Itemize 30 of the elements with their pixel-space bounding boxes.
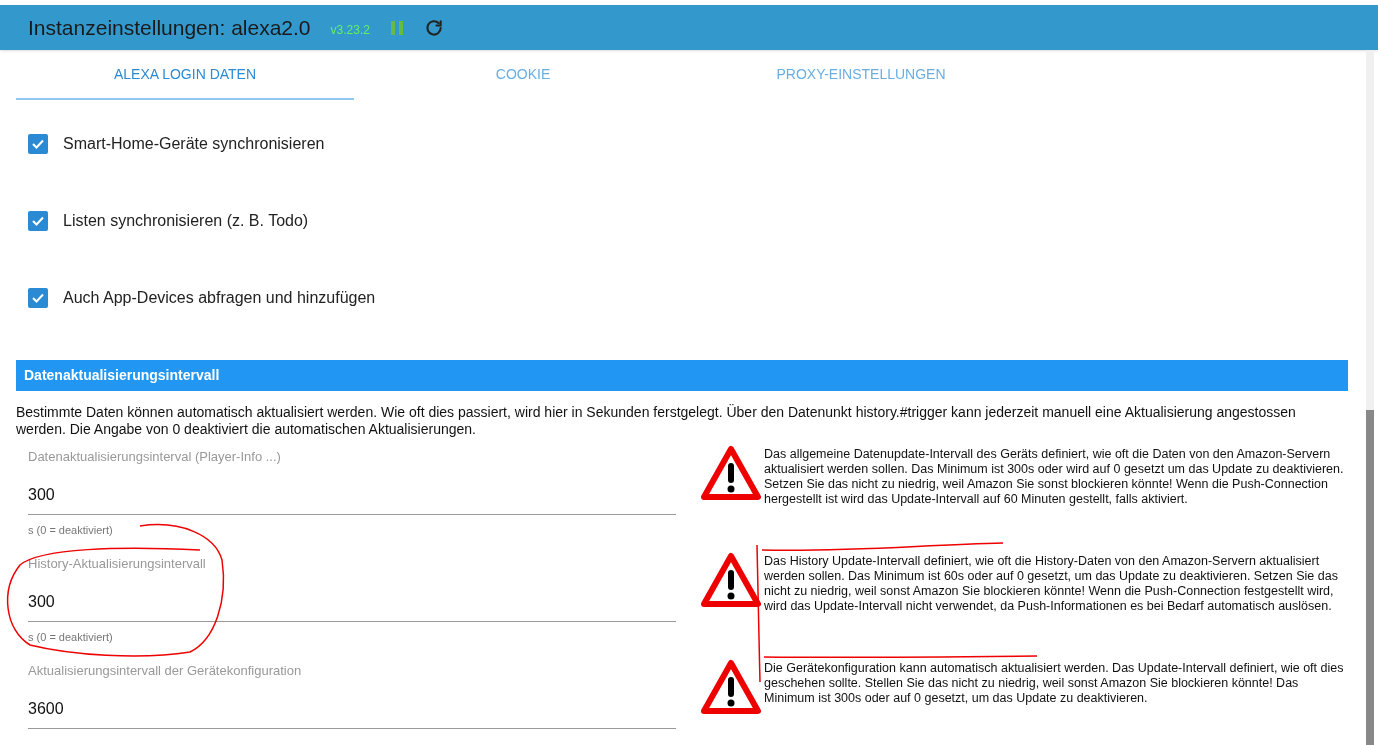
- warning-icon: [700, 445, 762, 501]
- field-label: History-Aktualisierungsintervall: [28, 555, 207, 573]
- warning-text: Das allgemeine Datenupdate-Intervall des Geräts definiert, wie oft die Daten von den Amazon-Servern aktualisiert werden sollen. Das Minimum ist 300s oder wird auf 0 gesetzt um das Update zu deaktivieren. Setzen Sie das nicht zu niedrig, weil Amazon Sie sonst blockieren könnte! Wenn die Push-Connection hergestellt ist wird das Update-Intervall auf 60 Minuten gestellt, falls aktiviert.: [764, 446, 1345, 507]
- section-description: Bestimmte Daten können automatisch aktualisiert werden. Wie oft dies passiert, wird hier in Sekunden ferstgelegt. Über den Datenunkt history.#trigger kann jederzeit manuell eine Aktualisierung angestossen werden. Die Angabe von 0 deaktiviert die automatischen Aktualisierungen.: [16, 404, 1297, 438]
- field-label: Aktualisierungsintervall der Gerätekonfiguration: [28, 662, 303, 680]
- check-icon: [31, 137, 45, 151]
- scrollbar[interactable]: [1366, 50, 1374, 745]
- check-icon: [31, 291, 45, 305]
- window-title: Instanzeinstellungen: alexa2.0: [28, 14, 311, 41]
- warning-text: Die Gerätekonfiguration kann automatisch aktualisiert werden. Das Update-Intervall definiert, wie oft dies geschehen sollte. Stellen Sie das nicht zu niedrig, weil sonst Amazon Sie blockieren könnte! Das Minimum ist 300s oder auf 0 gesetzt, um das Update zu deaktivieren.: [764, 660, 1345, 706]
- section-header: Datenaktualisierungsintervall: [16, 360, 1348, 391]
- checkbox-label: Listen synchronisieren (z. B. Todo): [63, 211, 309, 231]
- checkbox-label: Smart-Home-Geräte synchronisieren: [63, 134, 325, 154]
- helper-text: s (0 = deaktiviert): [28, 629, 114, 645]
- check-icon: [31, 214, 45, 228]
- field-label: Datenaktualisierungsinterval (Player-Info ...): [28, 448, 282, 466]
- checkbox-label: Auch App-Devices abfragen und hinzufügen: [63, 288, 376, 308]
- version-label: v3.23.2: [330, 21, 370, 39]
- number-field[interactable]: 300: [28, 585, 676, 622]
- checkbox[interactable]: [28, 211, 48, 231]
- number-field[interactable]: 300: [28, 478, 676, 515]
- tab[interactable]: ALEXA LOGIN DATEN: [16, 50, 354, 100]
- warning-icon: [700, 659, 762, 715]
- checkbox[interactable]: [28, 134, 48, 154]
- helper-text: s (0 = deaktiviert): [28, 522, 114, 538]
- warning-text: Das History Update-Intervall definiert, wie oft die History-Daten von den Amazon-Servern aktualisiert werden sollen. Das Minimum ist 60s oder auf 0 gesetzt, um das Update zu deaktivieren. Setzen Sie das nicht zu niedrig, weil sonst Amazon Sie blockieren könnte! Wenn die Push-Connection festgestellt wird, wird das Update-Intervall nicht verwendet, da Push-Informationen es bei Bedarf automatisch auslösen.: [764, 553, 1339, 614]
- warning-icon: [700, 552, 762, 608]
- number-field[interactable]: 3600: [28, 692, 676, 729]
- checkbox[interactable]: [28, 288, 48, 308]
- refresh-icon[interactable]: [423, 17, 444, 38]
